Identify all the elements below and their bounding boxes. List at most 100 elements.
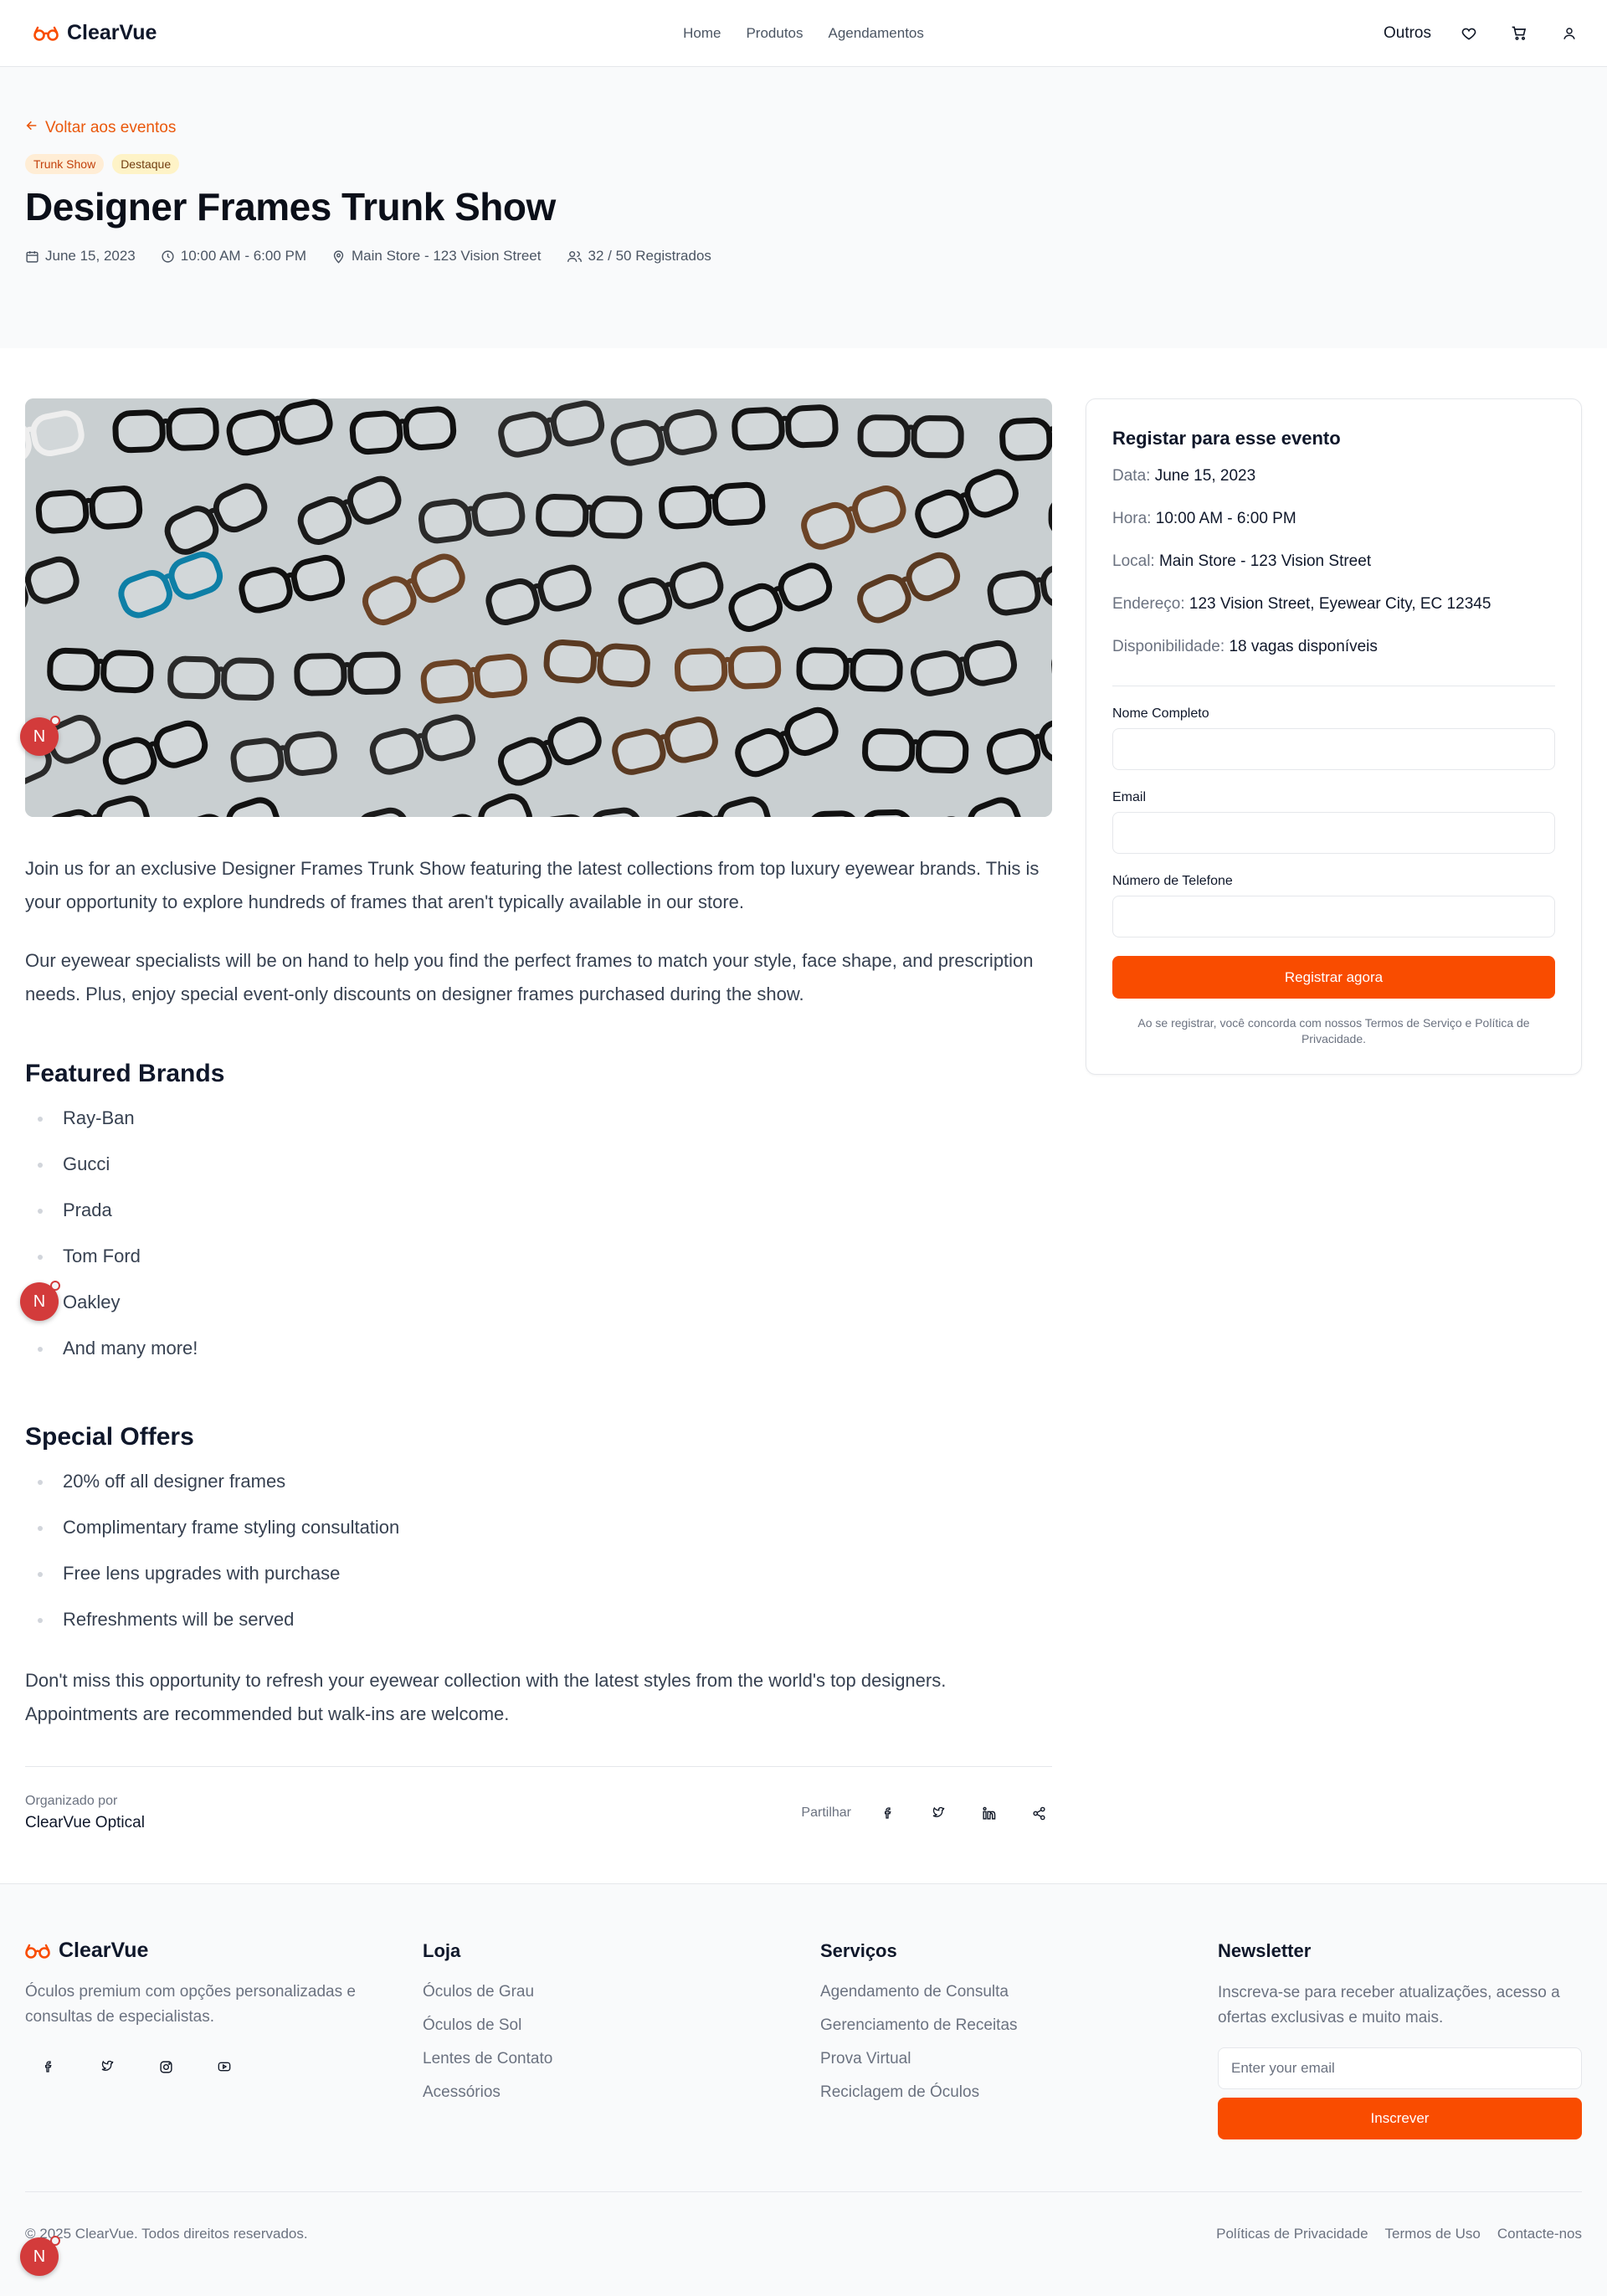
organizer-name: ClearVue Optical <box>25 1814 145 1831</box>
user-icon[interactable] <box>1557 21 1582 46</box>
register-now-button[interactable]: Registrar agora <box>1112 956 1555 999</box>
reg-time-label: Hora: <box>1112 510 1152 527</box>
nav-outros[interactable]: Outros <box>1384 24 1431 43</box>
share-icon[interactable] <box>1025 1800 1052 1826</box>
full-name-label: Nome Completo <box>1112 706 1209 721</box>
newsletter-text: Inscreva-se para receber atualizações, a… <box>1218 1984 1560 2026</box>
full-name-field[interactable] <box>1112 728 1555 770</box>
brand-name: ClearVue <box>67 21 157 44</box>
cart-icon[interactable] <box>1507 21 1532 46</box>
eyeglasses-photo <box>25 398 1052 817</box>
organizer-label: Organizado por <box>25 1794 118 1808</box>
youtube-icon[interactable] <box>211 2053 238 2080</box>
featured-brands-list: Ray-Ban Gucci Prada Tom Ford Oakley And … <box>25 1105 1052 1381</box>
email-label: Email <box>1112 790 1147 804</box>
event-intro-paragraph: Join us for an exclusive Designer Frames… <box>25 858 1040 912</box>
footer-link-accessories[interactable]: Acessórios <box>423 2076 820 2109</box>
back-to-events-link[interactable]: Voltar aos eventos <box>25 119 176 137</box>
footer-brand-column: ClearVue Óculos premium com opções perso… <box>25 1939 423 2139</box>
map-pin-icon <box>333 249 344 264</box>
footer-social <box>25 2053 423 2080</box>
reg-address-row: Endereço: 123 Vision Street, Eyewear Cit… <box>1112 594 1555 614</box>
phone-label: Número de Telefone <box>1112 874 1233 888</box>
footer-link-prescriptions[interactable]: Gerenciamento de Receitas <box>820 2009 1218 2042</box>
share-block: Partilhar <box>801 1800 1052 1826</box>
footer-link-appointments[interactable]: Agendamento de Consulta <box>820 1975 1218 2009</box>
footer-link-sunglasses[interactable]: Óculos de Sol <box>423 2009 820 2042</box>
clock-icon <box>162 249 174 263</box>
glasses-logo-icon <box>33 26 59 41</box>
footer-shop-column: Loja Óculos de Grau Óculos de Sol Lentes… <box>423 1939 820 2139</box>
list-item: Prada <box>25 1197 1052 1243</box>
share-label: Partilhar <box>801 1805 851 1820</box>
twitter-icon[interactable] <box>925 1800 952 1826</box>
nav-home[interactable]: Home <box>683 25 721 42</box>
reg-date-label: Data: <box>1112 467 1151 485</box>
list-item: Oakley <box>25 1289 1052 1335</box>
footer-logo[interactable]: ClearVue <box>25 1939 423 1963</box>
terms-of-use-link[interactable]: Termos de Uso <box>1385 2226 1481 2242</box>
contact-us-link[interactable]: Contacte-nos <box>1497 2226 1582 2242</box>
registration-card: Registar para esse evento Data: June 15,… <box>1086 398 1582 1075</box>
registration-sidebar: Registar para esse evento Data: June 15,… <box>1086 398 1582 1832</box>
event-meta: June 15, 2023 10:00 AM - 6:00 PM Main St… <box>25 248 1582 265</box>
heart-icon[interactable] <box>1456 21 1481 46</box>
terms-note: Ao se registrar, você concorda com nosso… <box>1137 1016 1530 1045</box>
list-item: Free lens upgrades with purchase <box>25 1560 1052 1606</box>
organizer-share-row: Organizado por ClearVue Optical Partilha… <box>25 1794 1052 1832</box>
featured-brands-heading: Featured Brands <box>25 1060 225 1087</box>
list-item: Gucci <box>25 1151 1052 1197</box>
twitter-icon[interactable] <box>94 2053 121 2080</box>
footer-shop-heading: Loja <box>423 1940 461 1961</box>
newsletter-heading: Newsletter <box>1218 1940 1312 1961</box>
registration-title: Registar para esse evento <box>1112 428 1341 449</box>
email-field[interactable] <box>1112 812 1555 854</box>
reg-place-label: Local: <box>1112 552 1155 570</box>
phone-field[interactable] <box>1112 896 1555 937</box>
list-item: Tom Ford <box>25 1243 1052 1289</box>
footer-newsletter-column: Newsletter Inscreva-se para receber atua… <box>1218 1939 1582 2139</box>
list-item: And many more! <box>25 1335 1052 1381</box>
copyright: © 2025 ClearVue. Todos direitos reservad… <box>25 2226 308 2242</box>
event-attendance: 32 / 50 Registrados <box>567 248 711 265</box>
organizer-block: Organizado por ClearVue Optical <box>25 1794 145 1832</box>
reg-place-row: Local: Main Store - 123 Vision Street <box>1112 552 1555 572</box>
badge-letter: N <box>33 1292 46 1311</box>
event-location: Main Store - 123 Vision Street <box>331 248 542 265</box>
reg-availability-value: 18 vagas disponíveis <box>1229 638 1378 655</box>
badge-letter: N <box>33 2247 46 2266</box>
reg-place-value: Main Store - 123 Vision Street <box>1158 552 1372 570</box>
facebook-icon[interactable] <box>875 1800 901 1826</box>
badge-trunk-show: Trunk Show <box>25 154 105 174</box>
floating-n-badge[interactable]: N <box>20 716 60 756</box>
reg-time-value: 10:00 AM - 6:00 PM <box>1155 510 1296 527</box>
floating-n-badge[interactable]: N <box>20 1281 60 1321</box>
nav-agendamentos[interactable]: Agendamentos <box>829 25 924 42</box>
facebook-icon[interactable] <box>35 2053 62 2080</box>
footer-link-prescription-glasses[interactable]: Óculos de Grau <box>423 1975 820 2009</box>
floating-n-badge[interactable]: N <box>20 2236 60 2276</box>
event-header: Voltar aos eventos Trunk Show Destaque D… <box>0 67 1607 348</box>
footer-link-contact-lenses[interactable]: Lentes de Contato <box>423 2042 820 2076</box>
event-time: 10:00 AM - 6:00 PM <box>161 248 306 265</box>
event-time-text: 10:00 AM - 6:00 PM <box>180 248 307 264</box>
glasses-logo-icon <box>25 1944 50 1959</box>
footer-link-recycling[interactable]: Reciclagem de Óculos <box>820 2076 1218 2109</box>
newsletter-email-input[interactable] <box>1218 2047 1582 2089</box>
event-date-text: June 15, 2023 <box>45 248 136 264</box>
reg-time-row: Hora: 10:00 AM - 6:00 PM <box>1112 509 1555 529</box>
brand-logo[interactable]: ClearVue <box>33 21 157 45</box>
arrow-left-icon <box>25 119 39 137</box>
list-item: Ray-Ban <box>25 1105 1052 1151</box>
footer-link-virtual-try-on[interactable]: Prova Virtual <box>820 2042 1218 2076</box>
linkedin-icon[interactable] <box>975 1800 1002 1826</box>
nav-produtos[interactable]: Produtos <box>746 25 803 42</box>
subscribe-button[interactable]: Inscrever <box>1218 2098 1582 2139</box>
event-details: Join us for an exclusive Designer Frames… <box>25 398 1052 1832</box>
list-item: Refreshments will be served <box>25 1606 1052 1652</box>
badge-letter: N <box>33 727 46 746</box>
special-offers-heading: Special Offers <box>25 1423 194 1451</box>
top-navbar: ClearVue Home Produtos Agendamentos Outr… <box>0 0 1607 67</box>
instagram-icon[interactable] <box>152 2053 179 2080</box>
privacy-policy-link[interactable]: Políticas de Privacidade <box>1216 2226 1368 2242</box>
